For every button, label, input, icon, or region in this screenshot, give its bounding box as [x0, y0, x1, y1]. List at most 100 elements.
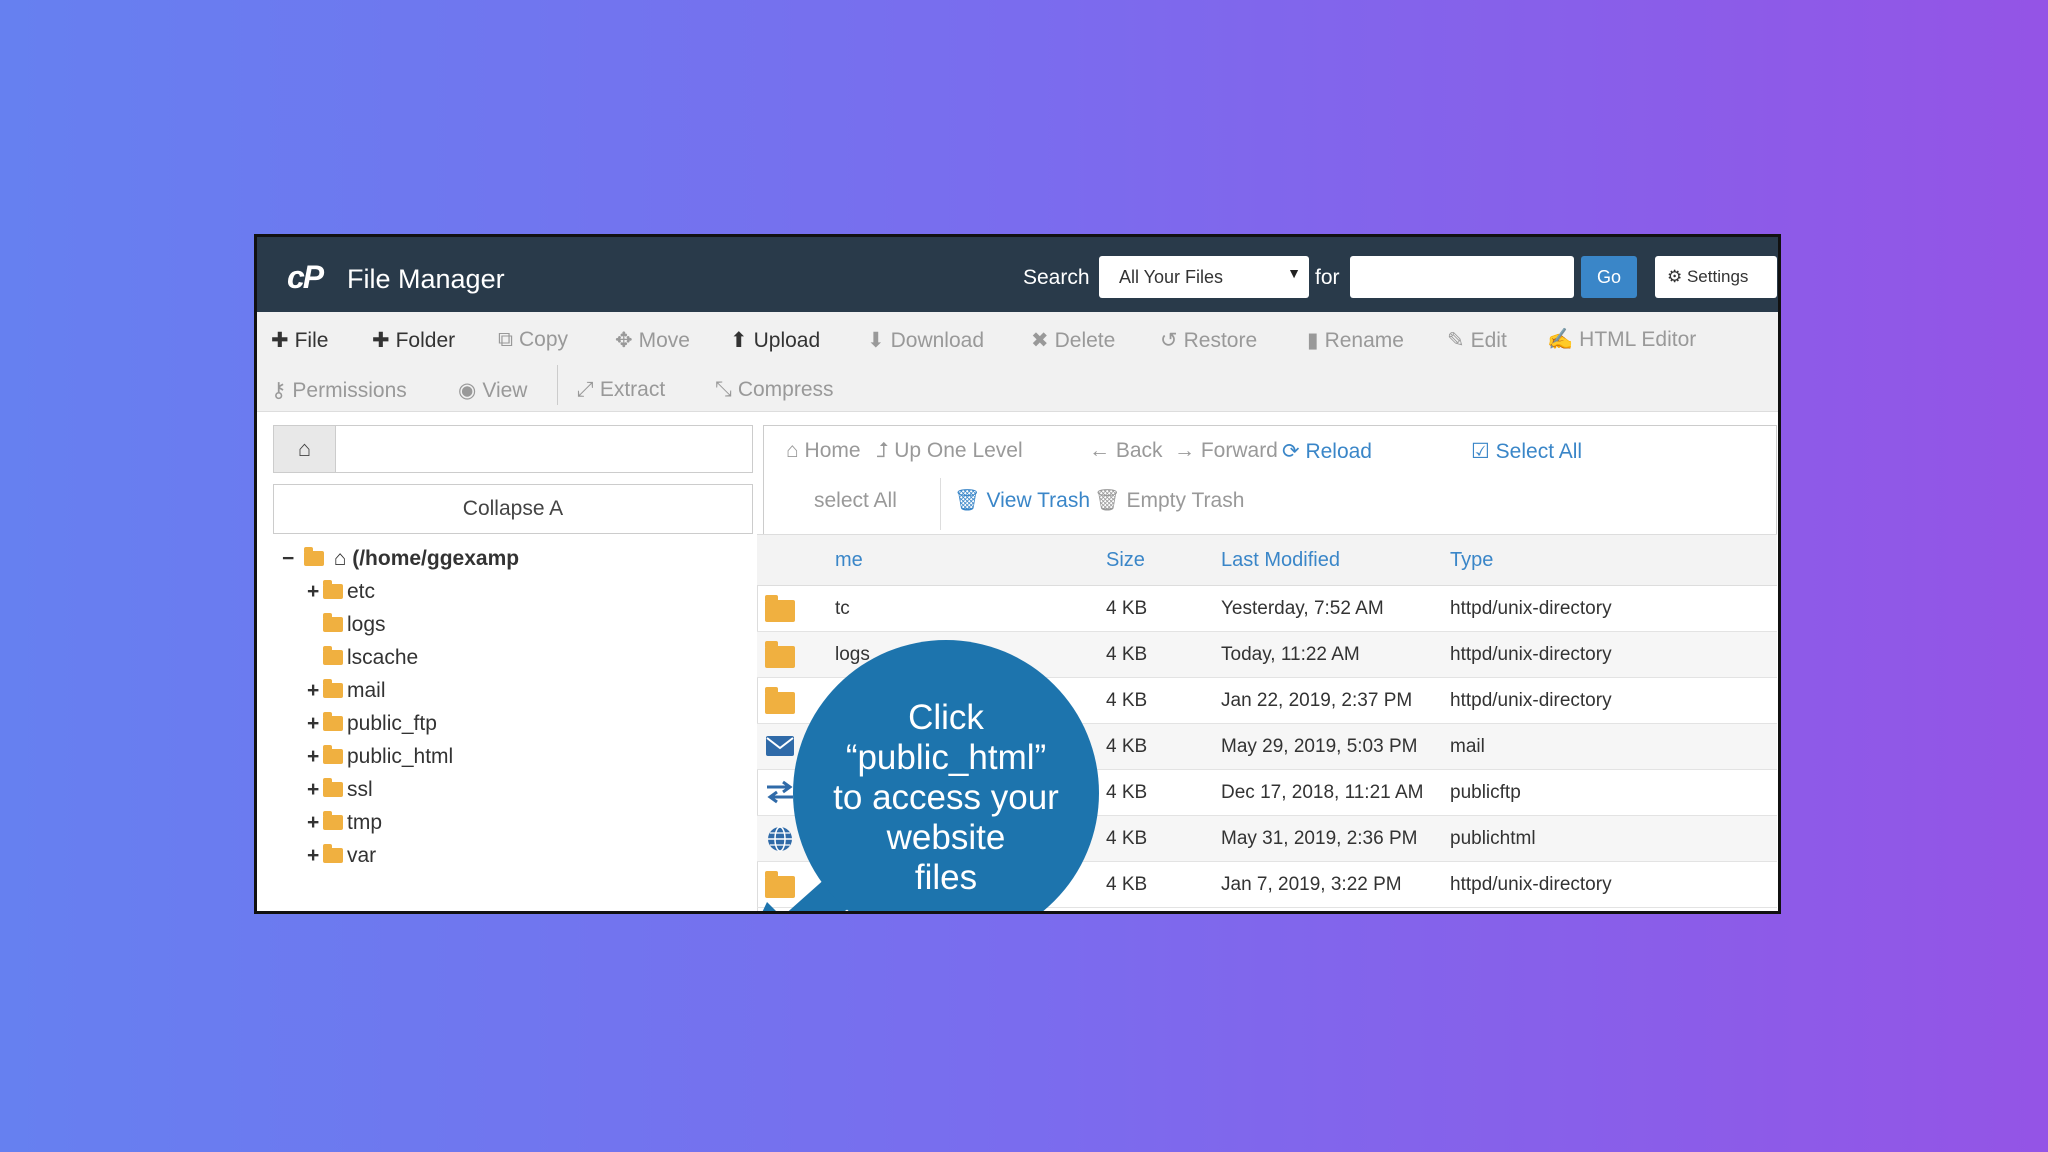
expand-icon[interactable]: +	[307, 844, 323, 868]
expand-icon[interactable]: +	[307, 745, 323, 769]
go-button[interactable]: Go	[1581, 256, 1637, 298]
nav-back-button[interactable]: ← Back	[1089, 439, 1163, 463]
nav-empty-trash-button[interactable]: 🗑 Empty Trash	[1094, 489, 1244, 513]
cpanel-logo: cP	[287, 259, 324, 295]
header-last-modified[interactable]: Last Modified	[1221, 549, 1340, 572]
nav-select-all-button[interactable]: ☑ Select All	[1471, 439, 1582, 464]
header-name[interactable]: me	[835, 549, 863, 572]
folder-icon	[323, 745, 343, 764]
toolbar-compress-button[interactable]: ⤡ Compress	[715, 378, 834, 402]
tree-item-mail[interactable]: + mail	[307, 679, 386, 703]
callout-line-3: to access your	[833, 778, 1059, 817]
cell-modified: May 31, 2019, 2:36 PM	[1221, 828, 1418, 849]
folder-icon	[765, 641, 795, 668]
folder-icon	[323, 679, 343, 698]
nav-view-trash-button[interactable]: 🗑 View Trash	[954, 489, 1090, 513]
folder-icon	[323, 811, 343, 830]
cell-type: httpd/unix-directory	[1450, 598, 1612, 619]
navigation-bar: ⌂ Home ⮥ Up One Level ← Back → Forward ⟳ Rel…	[763, 425, 1777, 535]
toolbar-extract-button[interactable]: ⤢ Extract	[577, 378, 665, 402]
expand-icon[interactable]: +	[307, 679, 323, 703]
toolbar-label: Extract	[599, 378, 666, 401]
undo-icon: ↺	[1160, 329, 1178, 352]
collapse-all-button[interactable]: Collapse A	[273, 484, 753, 534]
upload-icon: ⬆	[730, 329, 748, 352]
expand-icon[interactable]: +	[307, 712, 323, 736]
key-icon: ⚷	[271, 379, 287, 402]
tree-root-label: (/home/ggexamp	[352, 547, 520, 570]
toolbar-delete-button[interactable]: ✖ Delete	[1031, 328, 1115, 353]
tree-item-label: etc	[347, 580, 376, 603]
tree-item-etc[interactable]: + etc	[307, 580, 375, 604]
cell-modified: May 29, 2019, 5:03 PM	[1221, 736, 1418, 757]
toolbar-label: Restore	[1183, 329, 1258, 352]
toolbar-folder-button[interactable]: ✚ Folder	[372, 328, 455, 353]
cell-size: 4 KB	[1106, 782, 1148, 803]
toolbar-upload-button[interactable]: ⬆ Upload	[730, 328, 820, 353]
tree-item-tmp[interactable]: + tmp	[307, 811, 382, 835]
cell-modified: Yesterday, 7:52 AM	[1221, 598, 1384, 619]
toolbar-rename-button[interactable]: ▮ Rename	[1307, 328, 1404, 353]
nav-reload-button[interactable]: ⟳ Reload	[1282, 439, 1372, 464]
move-icon: ✥	[615, 329, 633, 352]
settings-label: Settings	[1686, 267, 1749, 286]
tree-item-var[interactable]: + var	[307, 844, 376, 868]
toolbar-download-button[interactable]: ⬇ Download	[867, 328, 984, 353]
search-scope-select[interactable]: All Your Files ▼	[1099, 256, 1309, 298]
header-type[interactable]: Type	[1450, 549, 1493, 572]
tree-item-label: public_ftp	[347, 712, 437, 735]
toolbar-label: Delete	[1054, 329, 1116, 352]
table-row[interactable]: tc 4 KB Yesterday, 7:52 AM httpd/unix-direc…	[757, 586, 1777, 632]
trash-icon: 🗑	[1094, 489, 1127, 512]
search-input[interactable]	[1350, 256, 1574, 298]
toolbar-file-button[interactable]: ✚ File	[271, 328, 328, 353]
nav-select-all-button[interactable]: select All	[814, 489, 897, 513]
cell-size: 4 KB	[1106, 874, 1148, 895]
titlebar: cP File Manager Search All Your Files ▼ …	[257, 237, 1778, 312]
cell-modified: Today, 11:22 AM	[1221, 644, 1360, 665]
expand-icon: ⤢	[577, 378, 594, 401]
nav-up-one-level-button[interactable]: ⮥ Up One Level	[876, 439, 1023, 463]
toolbar-label: Move	[638, 329, 690, 352]
nav-home-button[interactable]: ⌂ Home	[786, 439, 861, 463]
cell-modified: Jan 7, 2019, 3:22 PM	[1221, 874, 1402, 895]
tree-item-lscache[interactable]: lscache	[307, 646, 418, 670]
nav-divider	[940, 478, 941, 530]
toolbar-label: Copy	[519, 328, 569, 351]
tree-item-logs[interactable]: logs	[307, 613, 386, 637]
toolbar-move-button[interactable]: ✥ Move	[615, 328, 690, 353]
nav-label: Select All	[1495, 440, 1583, 463]
toolbar-edit-button[interactable]: ✎ Edit	[1447, 328, 1507, 353]
collapse-icon[interactable]: −	[282, 547, 298, 571]
toolbar-restore-button[interactable]: ↺ Restore	[1160, 328, 1257, 353]
toolbar-permissions-button[interactable]: ⚷ Permissions	[271, 378, 407, 403]
cell-size: 4 KB	[1106, 828, 1148, 849]
expand-icon[interactable]: +	[307, 778, 323, 802]
toolbar-label: Edit	[1470, 329, 1507, 352]
toolbar-html-editor-button[interactable]: ✍ HTML Editor	[1547, 328, 1696, 352]
folder-icon	[323, 778, 343, 797]
cell-modified: Jan 22, 2019, 2:37 PM	[1221, 690, 1413, 711]
toolbar-copy-button[interactable]: ⧉ Copy	[498, 328, 568, 352]
tree-item-public-ftp[interactable]: + public_ftp	[307, 712, 437, 736]
header-size[interactable]: Size	[1106, 549, 1145, 572]
toolbar-label: Rename	[1324, 329, 1404, 352]
home-icon[interactable]: ⌂	[274, 426, 336, 472]
expand-icon[interactable]: +	[307, 811, 323, 835]
tree-item-ssl[interactable]: + ssl	[307, 778, 373, 802]
search-scope-value: All Your Files	[1119, 267, 1224, 287]
settings-button[interactable]: ⚙ Settings	[1655, 256, 1777, 298]
tree-item-label: public_html	[347, 745, 454, 768]
tree-root[interactable]: − ⌂ (/home/ggexamp	[282, 547, 519, 571]
path-bar[interactable]: ⌂	[273, 425, 753, 473]
tree-item-public-html[interactable]: + public_html	[307, 745, 453, 769]
tree-item-label: logs	[347, 613, 386, 636]
folder-shape	[765, 595, 795, 622]
nav-forward-button[interactable]: → Forward	[1174, 439, 1278, 463]
checkbox-icon: ☑	[1471, 440, 1496, 463]
toolbar-label: Folder	[395, 329, 456, 352]
folder-icon	[323, 580, 343, 599]
expand-icon[interactable]: +	[307, 580, 323, 604]
toolbar-view-button[interactable]: ◉ View	[458, 378, 527, 403]
cell-type: httpd/unix-directory	[1450, 644, 1612, 665]
